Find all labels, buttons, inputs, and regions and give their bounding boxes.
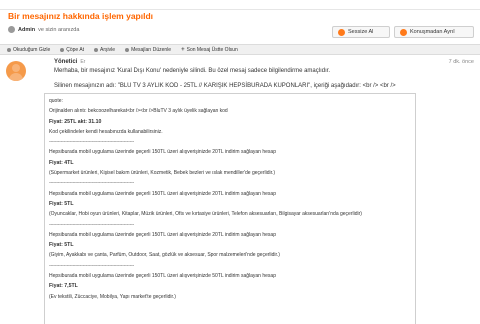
trash-icon bbox=[60, 47, 65, 52]
quote-line: Hepsiburada mobil uygulama üzerinde geçe… bbox=[49, 273, 276, 280]
poster-role: Er bbox=[80, 59, 86, 65]
avatar[interactable] bbox=[6, 61, 26, 81]
leave-icon bbox=[400, 28, 407, 36]
mute-button[interactable]: Sessize Al bbox=[332, 26, 390, 38]
quote-line: Hepsiburada mobil uygulama üzerinde geçe… bbox=[49, 149, 276, 156]
toolbar-mark-read[interactable]: Okuduğum Gizle bbox=[2, 47, 55, 53]
quote-line: (Süpermarket ürünleri, Kişisel bakım ürü… bbox=[49, 170, 276, 177]
message-post: Yönetici Er 7 dk. önce Merhaba, bir mesaj… bbox=[0, 55, 480, 324]
title-row: Bir mesajınız hakkında işlem yapıldı bbox=[0, 10, 480, 22]
separator: ----------------------------------------… bbox=[49, 180, 134, 187]
price-line: Fiyat: 25TL akt: 31.10 bbox=[49, 118, 102, 125]
message-text: Merhaba, bir mesajınız 'Kural Dışı Konu'… bbox=[54, 68, 331, 74]
quote-line: (Oyuncaklar, Hobi oyun ürünleri, Kitapla… bbox=[49, 211, 362, 218]
deleted-message-info: Silinen mesajınızın adı: "BLU TV 3 AYLIK… bbox=[54, 83, 396, 89]
quote-line: quote: bbox=[49, 98, 63, 104]
poster-info: Yönetici Er bbox=[54, 59, 85, 65]
toolbar-sort[interactable]: + Son Mesaj Üstte Olsun bbox=[176, 47, 243, 53]
toolbar-archive[interactable]: Arşivle bbox=[89, 47, 120, 53]
toolbar-edit[interactable]: Mesajları Düzenle bbox=[120, 47, 176, 53]
leave-label: Konuşmadan Ayrıl bbox=[410, 29, 455, 35]
mute-label: Sessize Al bbox=[348, 29, 374, 35]
price-line: Fiyat: 4TL bbox=[49, 159, 74, 166]
poster-name[interactable]: Yönetici bbox=[54, 59, 77, 65]
separator: ----------------------------------------… bbox=[49, 262, 134, 269]
price-line: Fiyat: 7,5TL bbox=[49, 283, 78, 290]
author-name[interactable]: Admin bbox=[18, 27, 35, 33]
timestamp: 7 dk. önce bbox=[448, 59, 474, 65]
plus-icon: + bbox=[181, 46, 185, 53]
edit-icon bbox=[125, 47, 130, 52]
price-line: Fiyat: 5TL bbox=[49, 242, 74, 249]
separator: ----------------------------------------… bbox=[49, 139, 134, 146]
mute-icon bbox=[338, 28, 345, 36]
message-toolbar: Okuduğum Gizle Çöpe At Arşivle Mesajları… bbox=[0, 44, 480, 55]
page-title: Bir mesajınız hakkında işlem yapıldı bbox=[8, 11, 154, 21]
quote-line: Hepsiburada mobil uygulama üzerinde geçe… bbox=[49, 231, 276, 238]
quote-box: quote: Orijinalden alıntı: bekcoozelhare… bbox=[44, 93, 416, 324]
top-bar bbox=[0, 0, 480, 10]
archive-icon bbox=[94, 47, 99, 52]
quote-line: Orijinalden alıntı: bekcoozelharekat<br … bbox=[49, 108, 228, 115]
participants: Admin ve sizin aranızda bbox=[8, 26, 79, 33]
participants-row: Admin ve sizin aranızda Sessize Al Konuş… bbox=[0, 22, 480, 44]
leave-conversation-button[interactable]: Konuşmadan Ayrıl bbox=[394, 26, 474, 38]
quote-line: Hepsiburada mobil uygulama üzerinde geçe… bbox=[49, 190, 276, 197]
author-suffix: ve sizin aranızda bbox=[38, 26, 80, 33]
eye-icon bbox=[7, 47, 11, 52]
quote-line: (Giyim, Ayakkabı ve çanta, Parfüm, Outdo… bbox=[49, 252, 280, 259]
quote-line: (Ev tekstili, Züccaciye, Mobilya, Yapı m… bbox=[49, 293, 176, 300]
quote-line: Kod çekilindeler kendi hesabınızda kulla… bbox=[49, 128, 163, 135]
price-line: Fiyat: 5TL bbox=[49, 200, 74, 207]
separator: ----------------------------------------… bbox=[49, 221, 134, 228]
person-icon bbox=[8, 26, 15, 33]
toolbar-trash[interactable]: Çöpe At bbox=[55, 47, 89, 53]
message-page: Bir mesajınız hakkında işlem yapıldı Adm… bbox=[0, 0, 480, 324]
